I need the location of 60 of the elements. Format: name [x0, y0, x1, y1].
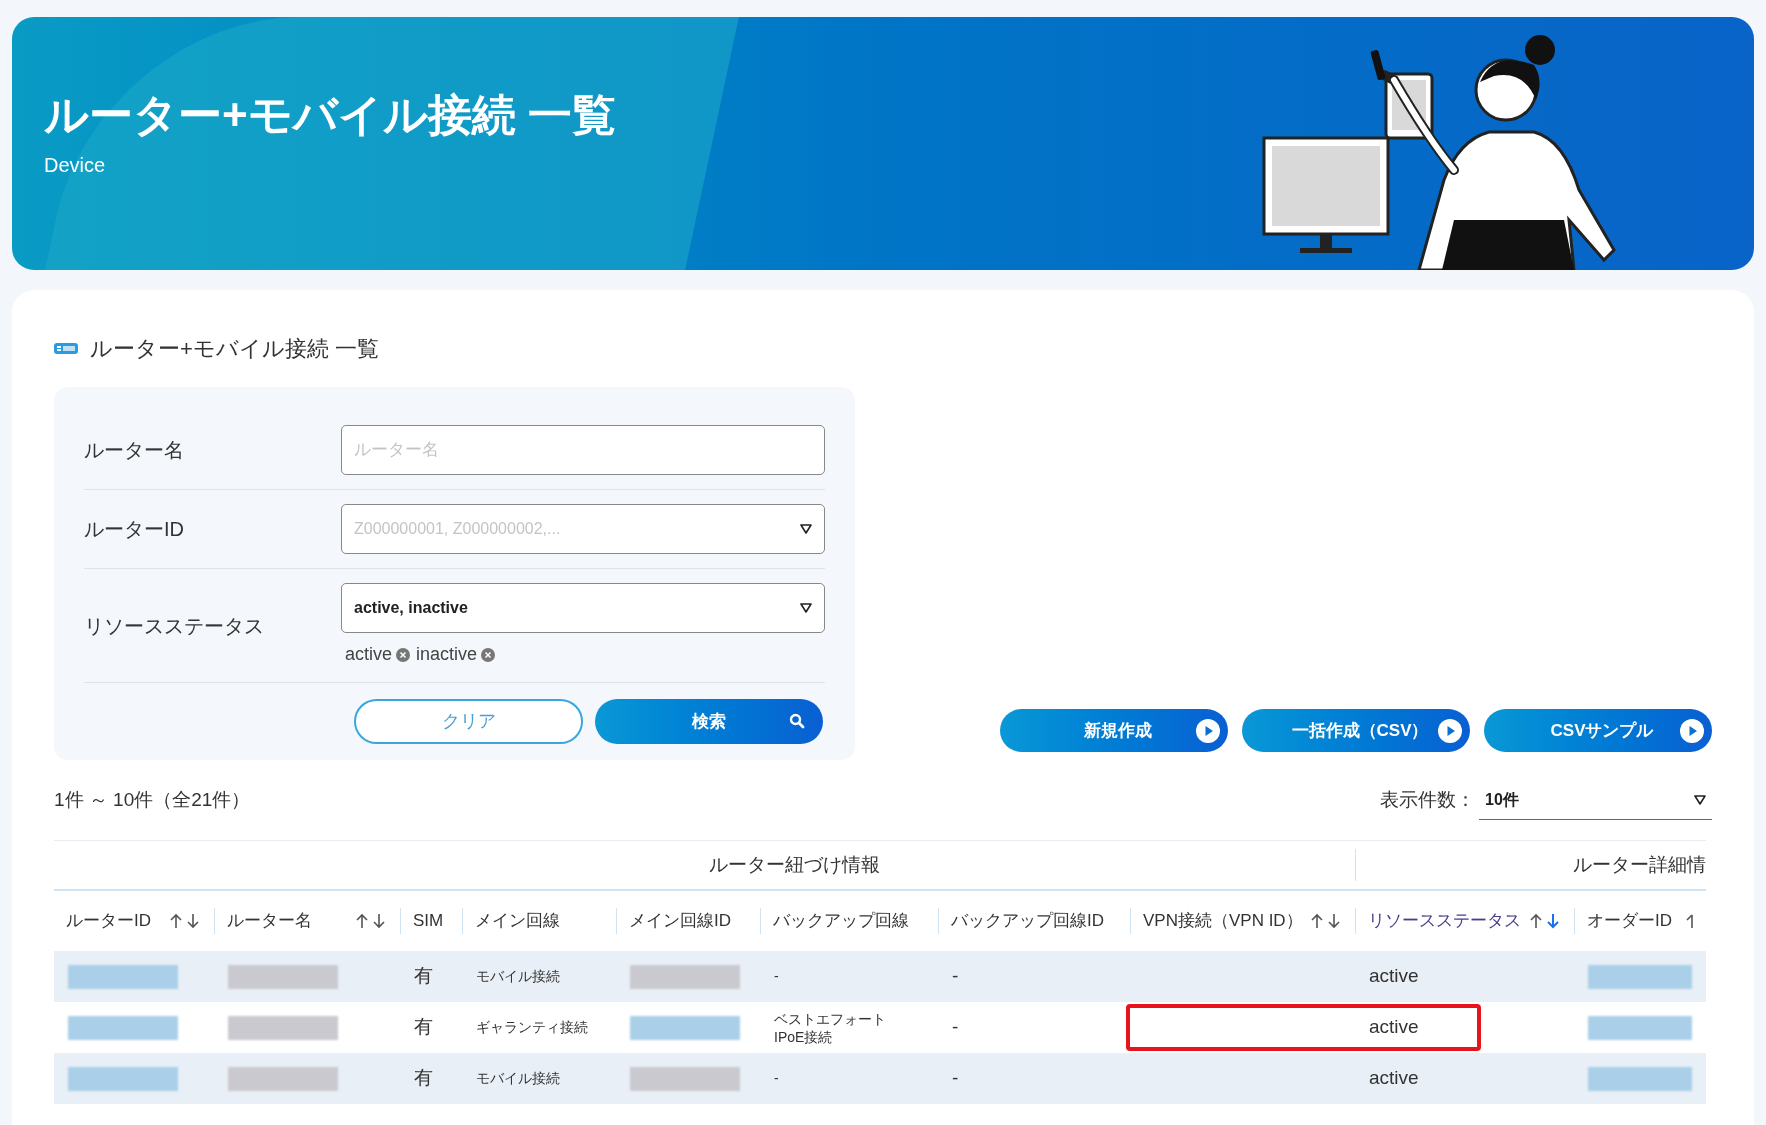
column-header: オーダーID [1587, 910, 1672, 933]
filter-label: ルーターID [84, 517, 185, 542]
column-header: VPN接続（VPN ID） [1143, 910, 1303, 933]
column-group-header: ルーター詳細情 [1573, 852, 1706, 877]
sort-arrows-icon[interactable] [168, 912, 202, 930]
dropdown-caret-icon [800, 603, 812, 613]
table-cell-text: ギャランティ接続 [476, 1018, 588, 1037]
tag-label: inactive [416, 643, 478, 666]
play-circle-icon [1196, 718, 1220, 743]
table-cell-text: 有 [414, 1066, 433, 1091]
table-cell-text: active [1369, 1015, 1419, 1040]
sort-arrows-icon[interactable] [1528, 912, 1562, 930]
search-icon [789, 713, 805, 729]
column-header: バックアップ回線ID [951, 910, 1104, 933]
column-group-header: ルーター紐づけ情報 [709, 852, 880, 877]
action-button[interactable]: 新規作成 [1000, 709, 1228, 752]
column-header: SIM [413, 910, 444, 933]
column-header: リソースステータス [1368, 910, 1521, 933]
play-circle-icon [1680, 718, 1704, 743]
table-cell-text: - [952, 1015, 959, 1040]
table-cell-text: モバイル接続 [476, 967, 560, 986]
select-field[interactable]: active, inactive [341, 583, 825, 633]
column-header: バックアップ回線 [773, 910, 909, 933]
sort-arrow-icon[interactable] [1684, 912, 1694, 930]
play-circle-icon [1438, 718, 1462, 743]
page-size-label: 表示件数： [1380, 787, 1475, 812]
page-title: ルーター+モバイル接続 一覧 [44, 89, 616, 141]
table-cell-text: active [1369, 964, 1419, 989]
action-button[interactable]: CSVサンプル [1484, 709, 1712, 752]
result-count: 1件 ～ 10件（全21件） [54, 787, 251, 812]
column-header: ルーターID [66, 910, 151, 933]
sort-arrows-icon[interactable] [1309, 912, 1343, 930]
table-cell-text: active [1369, 1066, 1419, 1091]
table-cell-text: 有 [414, 964, 433, 989]
search-button[interactable]: 検索 [595, 699, 823, 744]
action-button[interactable]: 一括作成（CSV） [1242, 709, 1470, 752]
dropdown-caret-icon [800, 524, 812, 534]
server-icon [54, 343, 78, 354]
table-cell-text: - [774, 967, 779, 986]
filter-label: ルーター名 [84, 438, 185, 463]
table-cell-text: - [952, 964, 959, 989]
tag-label: active [345, 643, 393, 666]
clear-button[interactable]: クリア [354, 699, 583, 744]
column-header: メイン回線 [475, 910, 560, 933]
column-header: メイン回線ID [629, 910, 731, 933]
table-cell-text: - [952, 1066, 959, 1091]
remove-tag-icon[interactable] [396, 647, 411, 662]
column-header: ルーター名 [227, 910, 312, 933]
remove-tag-icon[interactable] [481, 647, 496, 662]
dropdown-caret-icon [1694, 794, 1706, 805]
sort-arrows-icon[interactable] [354, 912, 388, 930]
filter-label: リソースステータス [84, 613, 265, 639]
table-cell-text: モバイル接続 [476, 1069, 560, 1088]
page-subtitle: Device [44, 153, 107, 178]
section-title: ルーター+モバイル接続 一覧 [90, 335, 379, 363]
table-cell-text: - [774, 1069, 779, 1088]
page-size-select[interactable]: 10件 [1479, 780, 1712, 820]
table-cell: ベストエフォート IPoE接続 [774, 1009, 886, 1046]
router-name-field[interactable]: ルーター名 [341, 425, 825, 475]
table-cell-text: 有 [414, 1015, 433, 1040]
